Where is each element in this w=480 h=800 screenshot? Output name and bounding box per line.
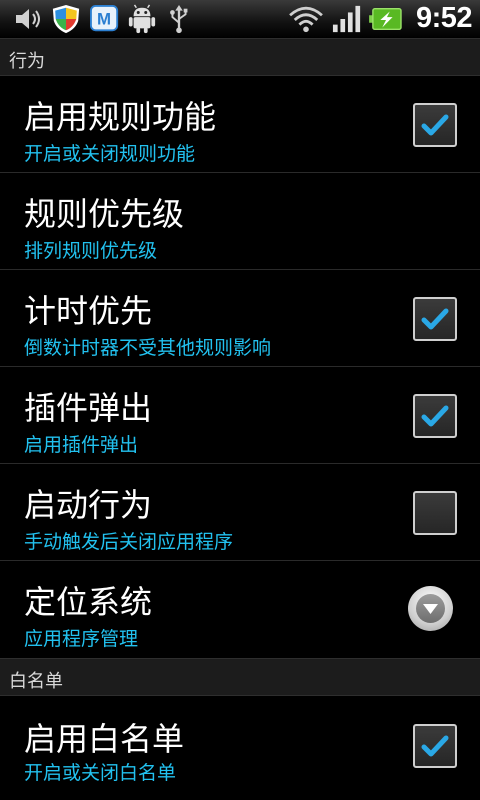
- section-header-label: 行为: [9, 51, 45, 72]
- battery-charging-icon: [369, 7, 402, 31]
- chevron-down-icon: [423, 604, 438, 614]
- shield-icon: [52, 4, 80, 34]
- pref-summary: 倒数计时器不受其他规则影响: [24, 337, 272, 359]
- pref-summary: 启用插件弹出: [24, 434, 139, 456]
- checkmark-icon: [421, 114, 449, 136]
- pref-title: 插件弹出: [24, 389, 153, 427]
- pref-summary: 手动触发后关闭应用程序: [24, 531, 234, 553]
- pref-title: 定位系统: [24, 583, 153, 621]
- enable-rules-checkbox[interactable]: [413, 103, 457, 147]
- checkmark-icon: [421, 735, 449, 757]
- pref-title: 计时优先: [24, 292, 153, 330]
- location-dropdown-button[interactable]: [408, 586, 453, 631]
- timer-priority-checkbox[interactable]: [413, 297, 457, 341]
- pref-enable-rules[interactable]: 启用规则功能 开启或关闭规则功能: [0, 76, 480, 173]
- usb-icon: [170, 4, 188, 34]
- section-header-behavior: 行为: [0, 38, 480, 76]
- pref-launch-behavior[interactable]: 启动行为 手动触发后关闭应用程序: [0, 464, 480, 561]
- android-icon: [128, 4, 156, 34]
- section-header-label: 白名单: [9, 671, 63, 692]
- signal-icon: [332, 5, 361, 33]
- pref-plugin-popup[interactable]: 插件弹出 启用插件弹出: [0, 367, 480, 464]
- pref-rule-priority[interactable]: 规则优先级 排列规则优先级: [0, 173, 480, 270]
- pref-title: 启用白名单: [24, 720, 185, 758]
- pref-summary: 开启或关闭白名单: [24, 762, 177, 784]
- pref-title: 启动行为: [24, 486, 153, 524]
- section-header-whitelist: 白名单: [0, 658, 480, 696]
- pref-title: 启用规则功能: [24, 98, 217, 136]
- wifi-icon: [289, 6, 323, 33]
- enable-whitelist-checkbox[interactable]: [413, 724, 457, 768]
- pref-summary: 排列规则优先级: [24, 240, 158, 262]
- launch-behavior-checkbox[interactable]: [413, 491, 457, 535]
- pref-enable-whitelist[interactable]: 启用白名单 开启或关闭白名单: [0, 696, 480, 793]
- svg-text:M: M: [97, 10, 111, 29]
- pref-summary: 应用程序管理: [24, 628, 139, 650]
- checkmark-icon: [421, 308, 449, 330]
- pref-timer-priority[interactable]: 计时优先 倒数计时器不受其他规则影响: [0, 270, 480, 367]
- pref-location-system[interactable]: 定位系统 应用程序管理: [0, 561, 480, 658]
- dropdown-circle: [416, 594, 445, 623]
- checkmark-icon: [421, 405, 449, 427]
- pref-summary: 开启或关闭规则功能: [24, 143, 196, 165]
- clock: 9:52: [415, 2, 473, 34]
- volume-icon: [16, 9, 40, 29]
- pref-title: 规则优先级: [24, 195, 185, 233]
- status-bar: M 9:52: [0, 0, 480, 38]
- m-app-icon: M: [90, 4, 119, 32]
- plugin-popup-checkbox[interactable]: [413, 394, 457, 438]
